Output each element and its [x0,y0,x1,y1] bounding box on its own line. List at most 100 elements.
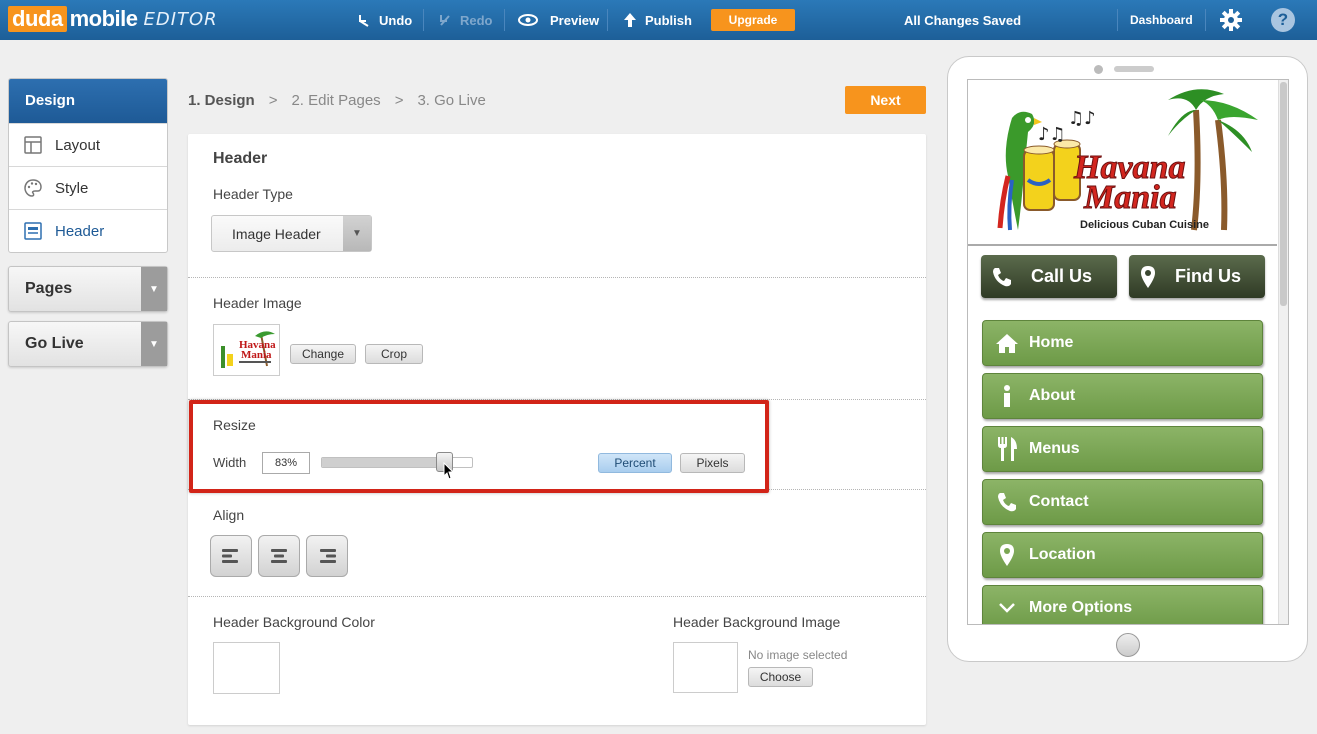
align-left-button[interactable] [210,535,252,577]
sidebar-item-style[interactable]: Style [9,166,167,209]
phone-icon [998,493,1016,512]
find-us-button[interactable]: Find Us [1129,255,1265,298]
sidebar-item-layout[interactable]: Layout [9,123,167,166]
step-separator: > [268,92,278,109]
layout-icon [24,136,42,154]
menu-item-label: Home [1029,334,1074,351]
svg-text:♪♫: ♪♫ [1038,124,1066,145]
crop-image-button[interactable]: Crop [365,344,423,364]
toolbar-divider [1205,9,1206,31]
logo-editor: EDITOR [143,8,218,30]
duda-logo[interactable]: duda mobile EDITOR [8,6,218,32]
toolbar-divider [504,9,505,31]
header-type-select[interactable]: Image Header ▼ [211,215,372,252]
toolbar-divider [607,9,608,31]
sidebar-item-label: Style [55,179,89,197]
align-right-button[interactable] [306,535,348,577]
menu-item-home[interactable]: Home [982,320,1263,366]
publish-label: Publish [645,12,692,28]
menu-item-label: Location [1029,546,1096,563]
toolbar-divider [423,9,424,31]
info-icon [1004,385,1010,407]
sidebar-item-pages[interactable]: Pages ▼ [8,266,168,312]
sidebar-golive-label: Go Live [25,335,84,352]
phone-camera [1094,65,1103,74]
gear-icon[interactable] [1219,8,1243,32]
eye-icon [518,14,538,26]
no-image-text: No image selected [748,648,848,662]
map-pin-icon [1000,544,1014,566]
align-right-icon [320,549,336,563]
sidebar-design-heading[interactable]: Design [9,79,167,123]
logo-text-line2: Mania [1083,179,1177,216]
upload-arrow-icon [624,13,636,27]
align-left-icon [222,549,238,563]
header-type-label: Header Type [213,186,293,202]
sidebar-item-header[interactable]: Header [9,209,167,252]
fork-knife-icon [998,437,1017,461]
map-pin-icon [1141,265,1155,288]
bg-color-label: Header Background Color [213,614,375,630]
undo-icon [359,15,369,27]
header-icon [24,222,42,240]
section-title: Header [213,150,268,167]
sidebar-item-go-live[interactable]: Go Live ▼ [8,321,168,367]
call-us-label: Call Us [1031,266,1093,286]
phone-icon [993,267,1011,286]
chevron-down-icon: ▼ [141,322,167,366]
dashboard-link[interactable]: Dashboard [1130,0,1193,40]
resize-highlight-box [189,400,769,493]
menu-item-contact[interactable]: Contact [982,479,1263,525]
undo-button[interactable]: Undo [357,0,412,40]
preview-label: Preview [550,12,600,28]
sidebar-item-label: Layout [55,136,101,154]
header-type-section [188,134,926,278]
havana-mania-logo-thumbnail: Havana Mania [220,331,276,368]
step-separator: > [394,92,404,109]
menu-item-about[interactable]: About [982,373,1263,419]
undo-label: Undo [379,12,413,28]
redo-button[interactable]: Redo [438,0,493,40]
publish-button[interactable]: Publish [623,0,692,40]
header-image-label: Header Image [213,295,302,311]
phone-home-button [1116,633,1140,657]
preview-scrollbar[interactable] [1278,80,1288,624]
next-button[interactable]: Next [845,86,926,114]
bg-color-swatch[interactable] [213,642,280,694]
step-design[interactable]: 1. Design [188,92,255,109]
chevron-down-icon [999,603,1015,613]
upgrade-button[interactable]: Upgrade [711,9,795,31]
menu-item-menus[interactable]: Menus [982,426,1263,472]
svg-text:Mania: Mania [241,349,272,361]
design-menu: Design Layout Style Header [8,78,168,253]
left-sidebar: Design Layout Style Header Pages ▼ Go Li… [8,78,168,367]
step-go-live[interactable]: 3. Go Live [417,92,485,109]
logo-mobile: mobile [69,6,138,31]
align-center-button[interactable] [258,535,300,577]
align-label: Align [213,507,245,523]
choose-image-button[interactable]: Choose [748,667,813,687]
call-us-button[interactable]: Call Us [981,255,1117,298]
site-header-image[interactable]: ♪♫ ♫♪ Havana Mania Delicious Cuban Cuisi… [968,80,1277,246]
bg-image-preview [673,642,738,693]
menu-item-label: More Options [1029,599,1133,616]
logo-tagline: Delicious Cuban Cuisine [1080,219,1209,231]
menu-item-label: Contact [1029,493,1089,510]
bg-image-label: Header Background Image [673,614,841,630]
menu-item-more-options[interactable]: More Options [982,585,1263,624]
menu-item-location[interactable]: Location [982,532,1263,578]
step-edit-pages[interactable]: 2. Edit Pages [291,92,380,109]
change-image-button[interactable]: Change [290,344,356,364]
sidebar-item-label: Header [55,222,105,240]
redo-label: Redo [460,12,493,28]
preview-button[interactable]: Preview [518,0,599,40]
phone-speaker [1114,66,1154,72]
help-icon[interactable]: ? [1271,8,1295,32]
palette-icon [24,179,42,197]
toolbar-divider [1117,9,1118,31]
menu-item-label: About [1029,387,1076,404]
chevron-down-icon: ▼ [141,267,167,311]
redo-icon [440,15,450,26]
scrollbar-thumb[interactable] [1280,82,1287,306]
find-us-label: Find Us [1175,266,1241,286]
